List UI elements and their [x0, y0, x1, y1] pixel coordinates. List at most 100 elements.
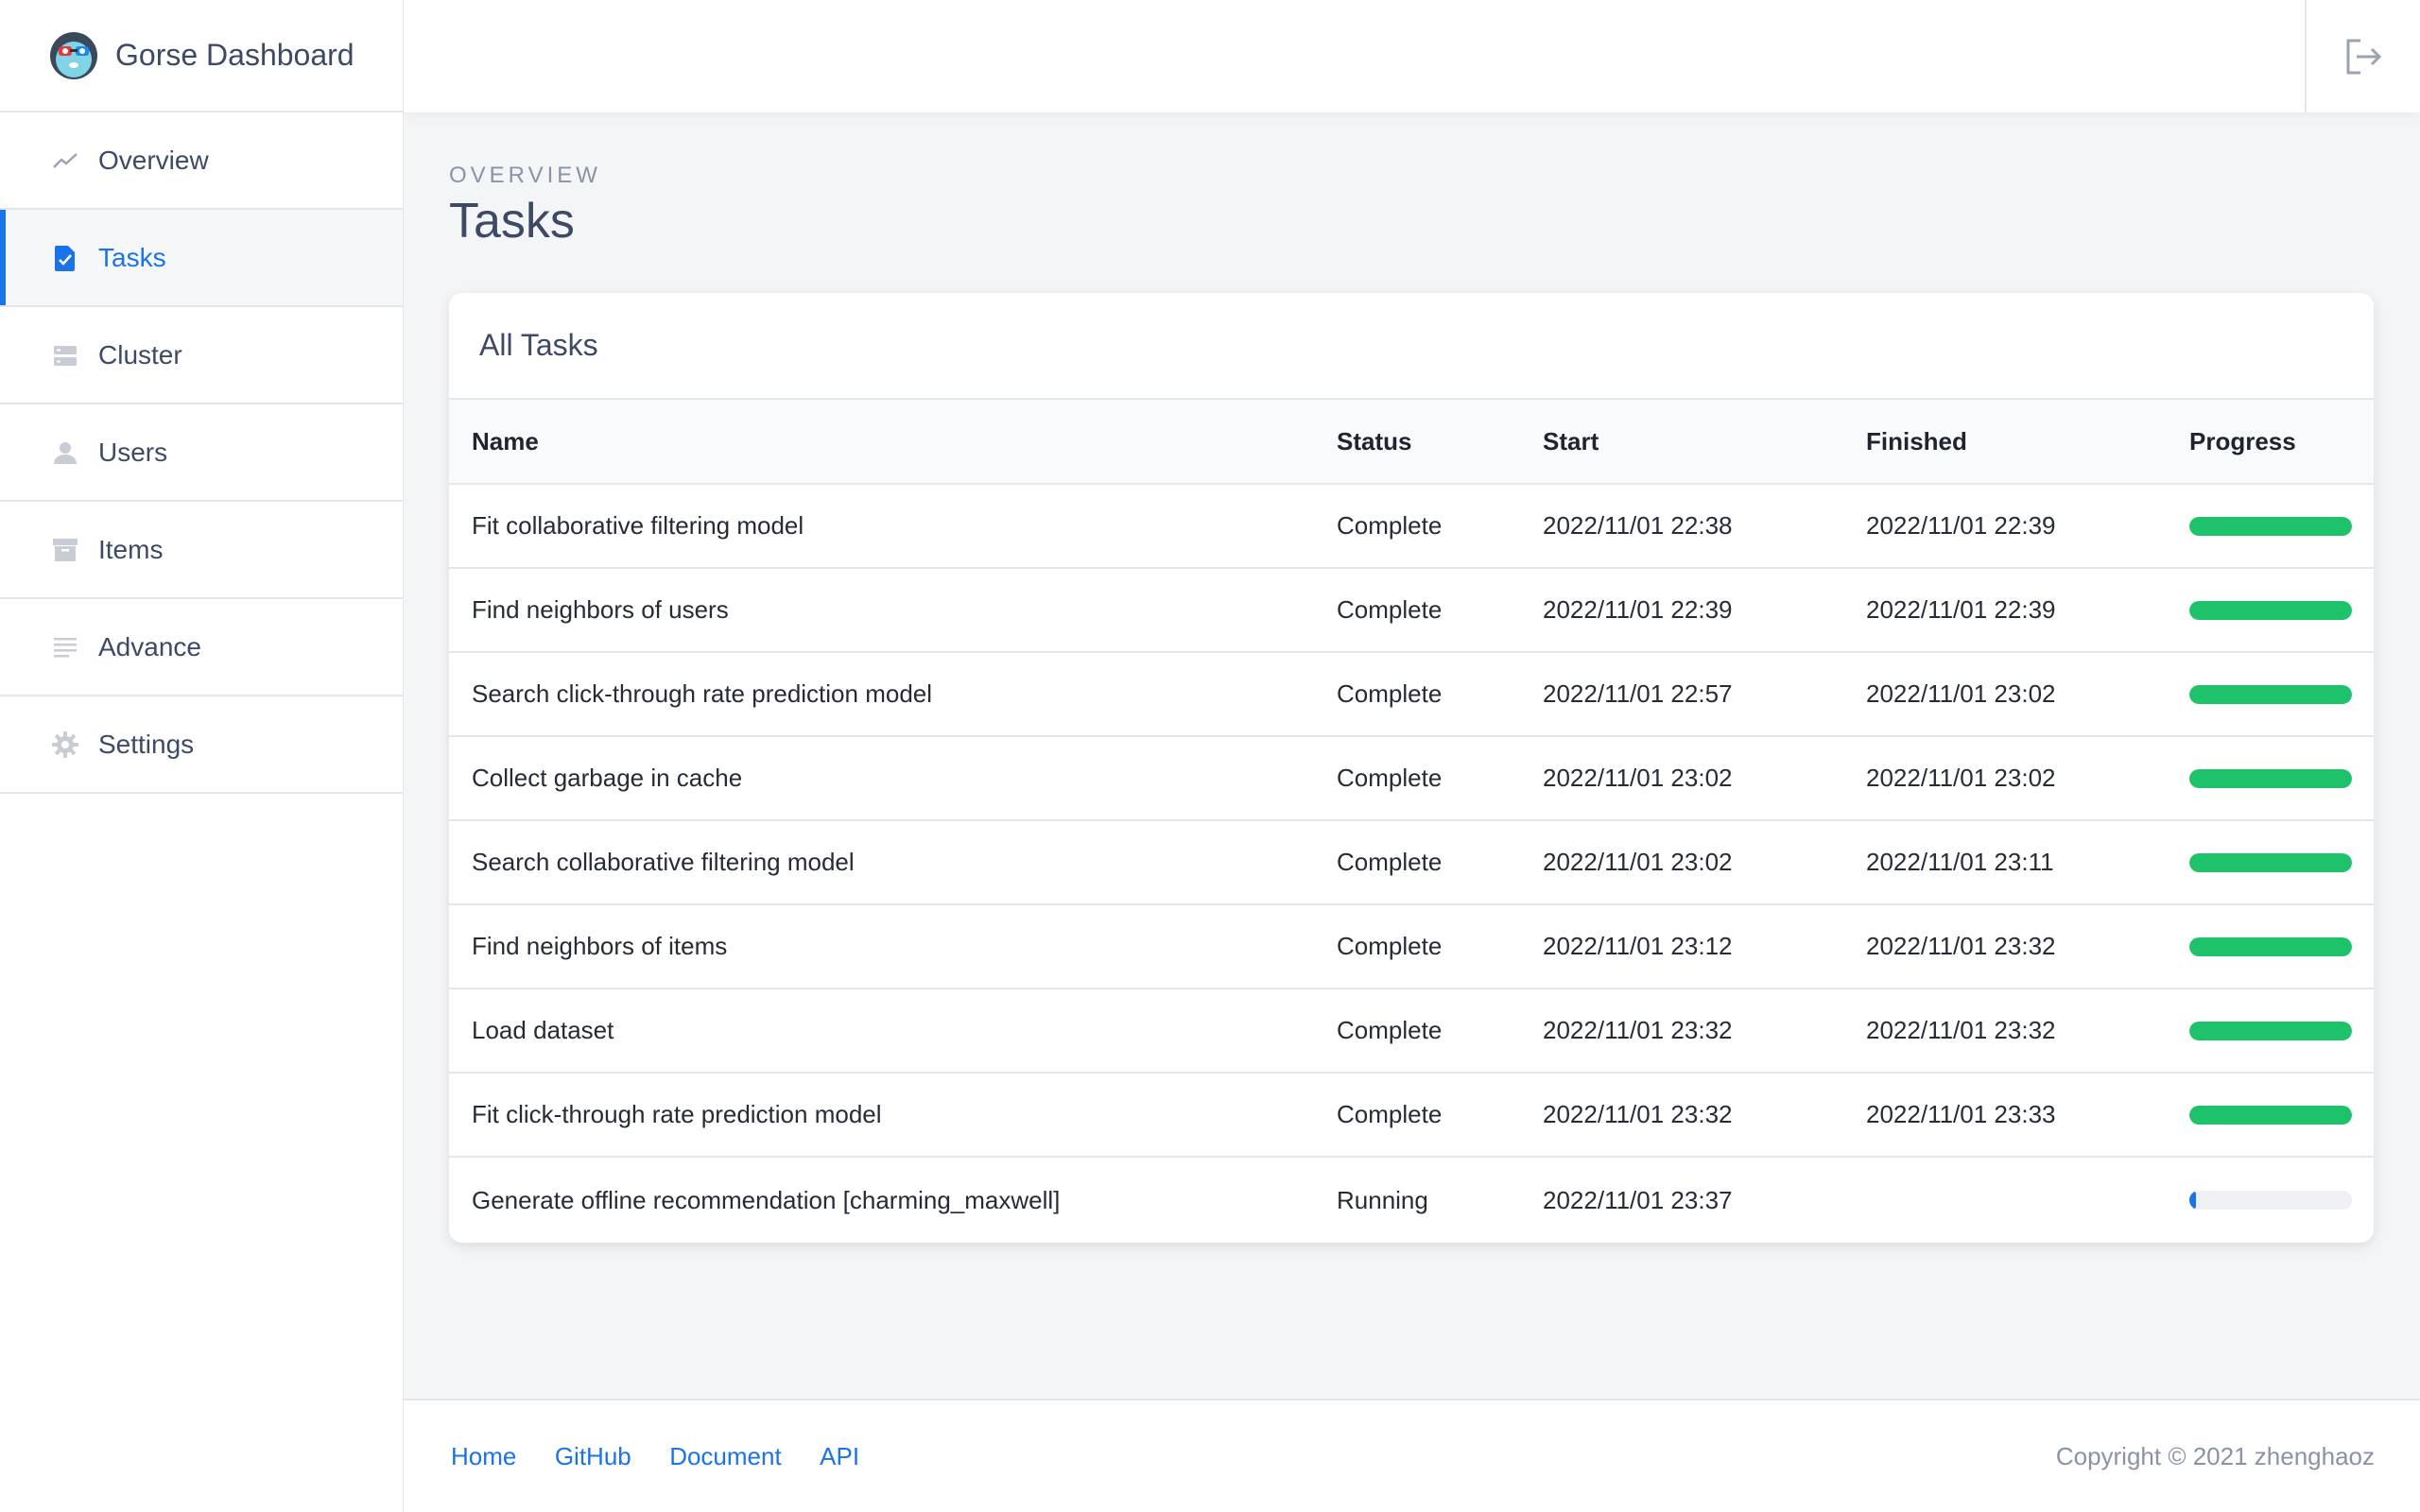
task-status: Complete — [1314, 484, 1520, 569]
task-name: Load dataset — [449, 988, 1314, 1074]
trending-line-icon — [51, 146, 79, 175]
task-status: Complete — [1314, 1073, 1520, 1158]
card-title: All Tasks — [449, 293, 2374, 400]
table-row: Fit collaborative filtering model Comple… — [449, 484, 2374, 569]
sidebar-item-cluster[interactable]: Cluster — [0, 307, 403, 404]
progress-fill — [2189, 600, 2352, 620]
sidebar-item-label: Users — [98, 437, 168, 467]
sidebar-item-items[interactable]: Items — [0, 502, 403, 599]
user-icon — [51, 438, 79, 467]
task-finished: 2022/11/01 23:11 — [1843, 820, 2167, 905]
sidebar-item-label: Settings — [98, 729, 195, 759]
table-row: Find neighbors of users Complete 2022/11… — [449, 568, 2374, 653]
sidebar-item-label: Advance — [98, 631, 201, 662]
task-status: Complete — [1314, 652, 1520, 737]
task-start: 2022/11/01 22:38 — [1520, 484, 1843, 569]
table-row: Search click-through rate prediction mod… — [449, 652, 2374, 737]
task-status: Complete — [1314, 568, 1520, 653]
task-status: Complete — [1314, 820, 1520, 905]
task-start: 2022/11/01 23:02 — [1520, 736, 1843, 821]
sidebar-item-label: Overview — [98, 145, 209, 175]
progress-fill — [2189, 768, 2352, 788]
sidebar-item-settings[interactable]: Settings — [0, 696, 403, 794]
task-progress-cell — [2167, 1157, 2374, 1243]
logout-icon — [2346, 39, 2382, 74]
task-name: Fit collaborative filtering model — [449, 484, 1314, 569]
progress-bar — [2189, 936, 2352, 956]
task-progress-cell — [2167, 568, 2374, 653]
task-progress-cell — [2167, 820, 2374, 905]
logout-button[interactable] — [2305, 0, 2420, 112]
task-progress-cell — [2167, 736, 2374, 821]
sidebar-item-users[interactable]: Users — [0, 404, 403, 502]
progress-bar — [2189, 852, 2352, 872]
footer-link-home[interactable]: Home — [451, 1442, 516, 1470]
task-finished: 2022/11/01 23:02 — [1843, 652, 2167, 737]
page-title: Tasks — [449, 194, 575, 249]
task-finished — [1843, 1157, 2167, 1243]
footer: Home GitHub Document API Copyright © 202… — [404, 1399, 2420, 1512]
topbar — [404, 0, 2420, 112]
footer-link-api[interactable]: API — [820, 1442, 859, 1470]
task-name: Collect garbage in cache — [449, 736, 1314, 821]
task-name: Fit click-through rate prediction model — [449, 1073, 1314, 1158]
sidebar-item-tasks[interactable]: Tasks — [0, 210, 403, 307]
progress-bar — [2189, 768, 2352, 788]
task-start: 2022/11/01 23:37 — [1543, 1185, 1733, 1214]
sidebar: Gorse Dashboard Overview Tasks Cluster U… — [0, 0, 404, 1512]
column-header-start: Start — [1520, 400, 1843, 485]
brand-title: Gorse Dashboard — [115, 38, 354, 72]
table-row: Load dataset Complete 2022/11/01 23:32 2… — [449, 988, 2374, 1074]
column-header-progress: Progress — [2167, 400, 2374, 485]
brand[interactable]: Gorse Dashboard — [0, 0, 403, 112]
progress-fill — [2189, 1191, 2196, 1210]
progress-fill — [2189, 1105, 2352, 1125]
task-finished: 2022/11/01 22:39 — [1843, 568, 2167, 653]
footer-link-document[interactable]: Document — [669, 1442, 782, 1470]
task-name: Generate offline recommendation [charmin… — [472, 1185, 1061, 1214]
page-eyebrow: OVERVIEW — [449, 163, 601, 188]
table-row: Fit click-through rate prediction model … — [449, 1073, 2374, 1158]
table-header-row: Name Status Start Finished Progress — [449, 400, 2374, 485]
task-status: Complete — [1314, 904, 1520, 989]
task-progress-cell — [2167, 1073, 2374, 1158]
progress-fill — [2189, 516, 2352, 536]
tasks-card: All Tasks Name Status Start Finished Pro… — [449, 293, 2374, 1243]
task-start: 2022/11/01 23:02 — [1520, 820, 1843, 905]
task-start: 2022/11/01 23:12 — [1520, 904, 1843, 989]
file-check-icon — [51, 244, 79, 272]
sidebar-nav: Overview Tasks Cluster Users Items Advan… — [0, 112, 403, 794]
gear-icon — [51, 730, 79, 759]
footer-link-github[interactable]: GitHub — [555, 1442, 631, 1470]
task-name: Search click-through rate prediction mod… — [449, 652, 1314, 737]
task-finished: 2022/11/01 22:39 — [1843, 484, 2167, 569]
task-start: 2022/11/01 23:32 — [1520, 988, 1843, 1074]
progress-bar — [2189, 1021, 2352, 1040]
table-row: Search collaborative filtering model Com… — [449, 820, 2374, 905]
sidebar-item-label: Items — [98, 534, 164, 564]
sidebar-item-overview[interactable]: Overview — [0, 112, 403, 210]
progress-fill — [2189, 684, 2352, 704]
column-header-finished: Finished — [1843, 400, 2167, 485]
tasks-table: Name Status Start Finished Progress Fit … — [449, 400, 2374, 1243]
task-status: Complete — [1314, 988, 1520, 1074]
task-start: 2022/11/01 23:32 — [1520, 1073, 1843, 1158]
table-row: Generate offline recommendation [charmin… — [449, 1157, 2374, 1243]
progress-bar — [2189, 1105, 2352, 1125]
task-progress-cell — [2167, 484, 2374, 569]
gorse-logo-icon — [50, 31, 97, 79]
task-name: Find neighbors of users — [449, 568, 1314, 653]
task-start: 2022/11/01 22:39 — [1520, 568, 1843, 653]
task-finished: 2022/11/01 23:02 — [1843, 736, 2167, 821]
progress-bar — [2189, 1191, 2352, 1210]
task-name: Search collaborative filtering model — [449, 820, 1314, 905]
sidebar-item-advance[interactable]: Advance — [0, 599, 403, 696]
server-icon — [51, 341, 79, 369]
progress-fill — [2189, 936, 2352, 956]
task-finished: 2022/11/01 23:32 — [1843, 904, 2167, 989]
task-start: 2022/11/01 22:57 — [1520, 652, 1843, 737]
task-progress-cell — [2167, 652, 2374, 737]
progress-fill — [2189, 1021, 2352, 1040]
progress-bar — [2189, 516, 2352, 536]
main-content: OVERVIEW Tasks All Tasks Name Status Sta… — [449, 163, 2374, 1243]
